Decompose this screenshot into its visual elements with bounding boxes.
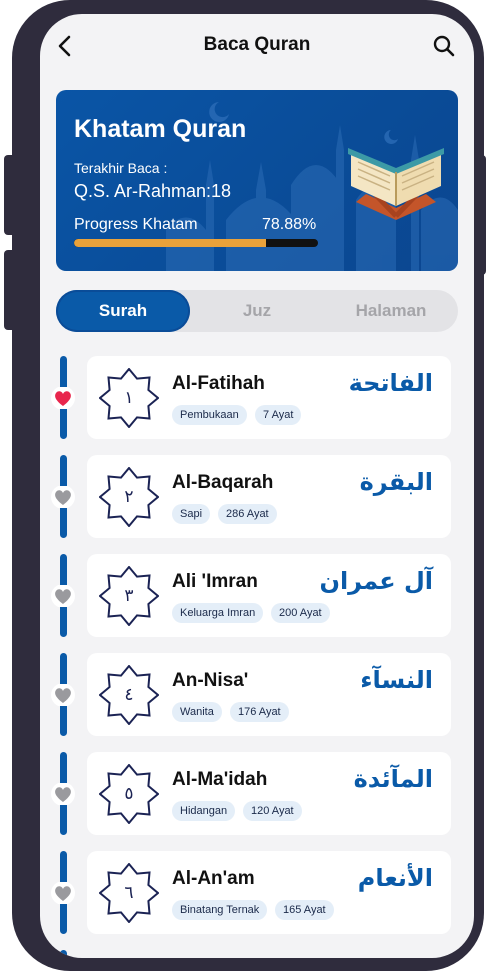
top-bar: Baca Quran <box>40 14 474 78</box>
surah-meaning-badge: Binatang Ternak <box>172 900 268 920</box>
khatam-banner: Khatam Quran Terakhir Baca : Q.S. Ar-Rah… <box>56 90 458 271</box>
heart-icon[interactable] <box>51 782 75 806</box>
ayat-count-badge: 7 Ayat <box>255 405 302 425</box>
ayat-count-badge: 286 Ayat <box>218 504 277 524</box>
ayat-count-badge: 165 Ayat <box>275 900 334 920</box>
surah-card[interactable]: ١ Al-Fatihah الفاتحة Pembukaan 7 Ayat <box>87 356 451 439</box>
last-read-label: Terakhir Baca : <box>74 160 168 176</box>
progress-percent: 78.88% <box>262 216 317 233</box>
surah-meaning-badge: Keluarga Imran <box>172 603 264 623</box>
surah-name: Al-Baqarah <box>172 472 274 493</box>
banner-title: Khatam Quran <box>74 115 247 143</box>
surah-arabic-name: النسآء <box>360 666 433 694</box>
surah-name: Ali 'Imran <box>172 571 258 592</box>
surah-arabic-name: البقرة <box>359 468 433 496</box>
open-quran-book-icon <box>348 148 444 220</box>
favorite-toggle[interactable] <box>51 584 75 608</box>
phone-frame: Baca Quran Khatam Quran Terakhir Baca: … <box>12 0 484 971</box>
page-title: Baca Quran <box>203 34 311 55</box>
surah-name: Al-Ma'idah <box>172 769 268 790</box>
surah-number: ١ <box>124 388 134 408</box>
favorite-toggle[interactable] <box>51 881 75 905</box>
surah-number: ٢ <box>124 487 134 507</box>
progress-bar-fill <box>74 239 267 247</box>
app-screen: Baca Quran Khatam Quran Terakhir Baca: … <box>40 14 474 958</box>
ayat-count-badge: 120 Ayat <box>243 801 302 821</box>
timeline-rail-tail <box>60 950 67 958</box>
tab-juz[interactable]: Juz <box>190 290 324 332</box>
surah-card[interactable]: ٦ Al-An'am الأنعام Binatang Ternak 165 Ayat <box>87 851 451 934</box>
ayat-count-badge: 176 Ayat <box>230 702 289 722</box>
heart-icon[interactable] <box>51 881 75 905</box>
surah-card[interactable]: ٤ An-Nisa' النسآء Wanita 176 Ayat <box>87 653 451 736</box>
segment-tabs: Surah Juz Halaman <box>56 290 458 332</box>
favorite-toggle[interactable] <box>51 485 75 509</box>
progress-bar <box>74 239 318 247</box>
favorite-toggle[interactable] <box>51 782 75 806</box>
surah-name: An-Nisa' <box>172 670 249 691</box>
surah-meaning-badge: Sapi <box>172 504 211 524</box>
last-read-surah[interactable]: Q.S. Ar-Rahman:18 <box>74 181 231 202</box>
surah-meaning-badge: Hidangan <box>172 801 236 821</box>
surah-meaning-badge: Pembukaan <box>172 405 247 425</box>
tab-halaman[interactable]: Halaman <box>324 290 458 332</box>
surah-arabic-name: الأنعام <box>357 864 433 892</box>
surah-card[interactable]: ٥ Al-Ma'idah المآئدة Hidangan 120 Ayat <box>87 752 451 835</box>
progress-label: Progress Khatam <box>74 216 198 233</box>
surah-number: ٥ <box>124 784 134 804</box>
heart-icon[interactable] <box>51 584 75 608</box>
favorite-toggle[interactable] <box>51 683 75 707</box>
heart-icon[interactable] <box>51 386 75 410</box>
surah-number: ٦ <box>124 883 134 903</box>
search-icon[interactable] <box>432 34 456 58</box>
surah-arabic-name: آل عمران <box>319 567 433 595</box>
surah-meaning-badge: Wanita <box>172 702 222 722</box>
favorite-toggle[interactable] <box>51 386 75 410</box>
ayat-count-badge: 200 Ayat <box>271 603 330 623</box>
surah-number: ٣ <box>124 586 134 606</box>
heart-icon[interactable] <box>51 485 75 509</box>
tab-surah[interactable]: Surah <box>56 290 190 332</box>
surah-card[interactable]: ٣ Ali 'Imran آل عمران Keluarga Imran 200 Aya… <box>87 554 451 637</box>
surah-arabic-name: المآئدة <box>353 765 433 793</box>
surah-name: Al-Fatihah <box>172 373 265 394</box>
heart-icon[interactable] <box>51 683 75 707</box>
surah-name: Al-An'am <box>172 868 255 889</box>
surah-arabic-name: الفاتحة <box>348 369 433 397</box>
surah-card[interactable]: ٢ Al-Baqarah البقرة Sapi 286 Ayat <box>87 455 451 538</box>
surah-number: ٤ <box>124 685 134 705</box>
